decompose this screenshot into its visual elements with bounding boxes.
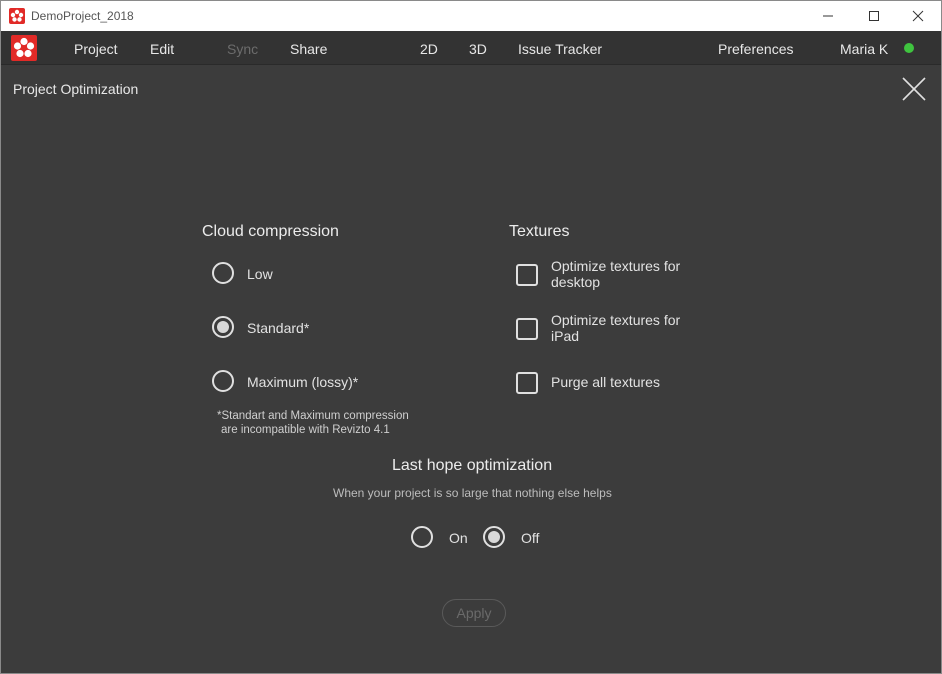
last-hope-off-label[interactable]: Off (521, 530, 539, 546)
menu-bar: Project Edit Sync Share 2D 3D Issue Trac… (1, 31, 941, 65)
optimize-desktop-checkbox[interactable] (516, 264, 538, 286)
compression-maximum-label[interactable]: Maximum (lossy)* (247, 374, 358, 390)
optimize-desktop-label-line1: Optimize textures for (551, 258, 681, 274)
compression-maximum-radio[interactable] (212, 370, 234, 392)
last-hope-on-label[interactable]: On (449, 530, 468, 546)
logo-button[interactable] (11, 35, 37, 61)
maximize-icon (869, 11, 879, 21)
apply-button[interactable]: Apply (442, 599, 506, 627)
title-bar: DemoProject_2018 (1, 1, 941, 31)
menu-user[interactable]: Maria K (840, 41, 888, 57)
menu-2d[interactable]: 2D (420, 41, 438, 57)
minimize-button[interactable] (805, 1, 851, 31)
window-close-button[interactable] (895, 1, 941, 31)
menu-issue-tracker[interactable]: Issue Tracker (518, 41, 602, 57)
last-hope-heading: Last hope optimization (392, 457, 553, 474)
last-hope-off-radio[interactable] (483, 526, 505, 548)
menu-3d[interactable]: 3D (469, 41, 487, 57)
compression-low-radio[interactable] (212, 262, 234, 284)
compression-note-line1: *Standart and Maximum compression (217, 410, 409, 422)
logo-icon (13, 37, 35, 58)
optimize-ipad-label-line1: Optimize textures for (551, 312, 681, 328)
compression-standard-label[interactable]: Standard* (247, 320, 309, 336)
menu-project[interactable]: Project (74, 41, 118, 57)
close-icon (912, 10, 924, 22)
textures-heading: Textures (509, 223, 570, 240)
user-status-indicator (904, 43, 914, 53)
last-hope-subtitle: When your project is so large that nothi… (333, 486, 612, 500)
panel-close-button[interactable] (901, 76, 927, 102)
cloud-compression-heading: Cloud compression (202, 223, 339, 240)
app-icon (9, 8, 25, 24)
compression-low-label[interactable]: Low (247, 266, 273, 282)
compression-note: *Standart and Maximum compression are in… (217, 409, 409, 437)
purge-textures-label[interactable]: Purge all textures (551, 374, 660, 390)
minimize-icon (823, 15, 833, 17)
optimize-desktop-label[interactable]: Optimize textures for desktop (551, 258, 680, 290)
optimize-ipad-label[interactable]: Optimize textures for iPad (551, 312, 680, 344)
purge-textures-checkbox[interactable] (516, 372, 538, 394)
menu-sync[interactable]: Sync (227, 41, 258, 57)
window-title: DemoProject_2018 (31, 9, 134, 23)
radio-selected-dot (488, 531, 500, 543)
last-hope-on-radio[interactable] (411, 526, 433, 548)
menu-edit[interactable]: Edit (150, 41, 174, 57)
optimize-ipad-label-line2: iPad (551, 328, 580, 344)
compression-note-line2: are incompatible with Revizto 4.1 (221, 424, 390, 436)
optimize-desktop-label-line2: desktop (551, 274, 601, 290)
compression-standard-radio[interactable] (212, 316, 234, 338)
close-icon (902, 77, 926, 101)
menu-share[interactable]: Share (290, 41, 327, 57)
app-window: DemoProject_2018 Project Edit Sync Share (0, 0, 942, 674)
panel-title: Project Optimization (13, 81, 139, 97)
menu-preferences[interactable]: Preferences (718, 41, 793, 57)
optimize-ipad-checkbox[interactable] (516, 318, 538, 340)
radio-selected-dot (217, 321, 229, 333)
maximize-button[interactable] (851, 1, 897, 31)
